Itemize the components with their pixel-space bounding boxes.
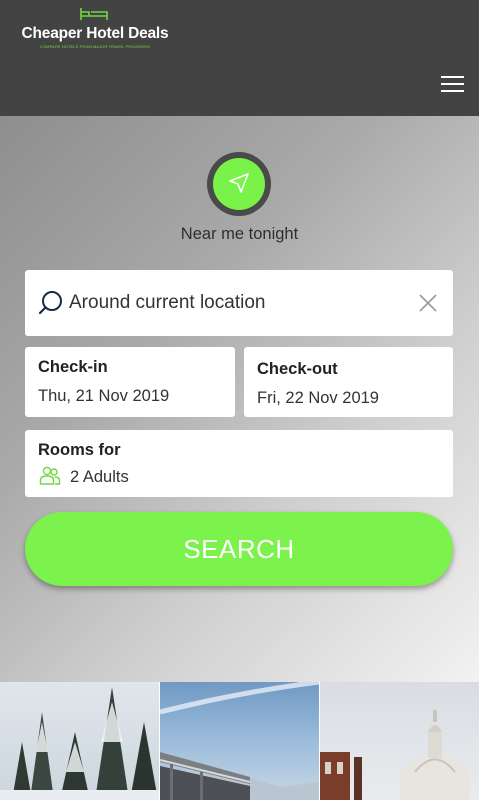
location-search-input[interactable] (69, 290, 399, 316)
check-out-value: Fri, 22 Nov 2019 (257, 389, 379, 407)
rooms-guests-picker[interactable]: Rooms for 2 Adults (25, 430, 453, 497)
hamburger-menu-icon[interactable] (441, 74, 465, 94)
check-in-date-picker[interactable]: Check-in Thu, 21 Nov 2019 (25, 347, 235, 417)
people-icon (39, 466, 61, 485)
snowy-forest-photo[interactable] (0, 682, 159, 800)
search-panel: Near me tonight Check-in Thu, 21 Nov 201… (0, 116, 479, 682)
cathedral-dome-photo[interactable] (320, 682, 479, 800)
bridge-photo[interactable] (160, 682, 319, 800)
search-icon (38, 291, 62, 315)
destination-photo-strip (0, 682, 479, 800)
check-in-label: Check-in (38, 358, 108, 376)
near-me-button[interactable] (207, 152, 271, 216)
brand-title: Cheaper Hotel Deals (21, 25, 169, 42)
close-icon[interactable] (418, 293, 438, 313)
check-out-label: Check-out (257, 360, 338, 378)
navigation-arrow-icon (229, 173, 249, 193)
brand-logo[interactable]: Cheaper Hotel Deals COMPARE HOTELS FROM … (16, 6, 174, 50)
location-search-box[interactable] (25, 270, 453, 336)
search-button[interactable]: SEARCH (25, 512, 453, 586)
check-out-date-picker[interactable]: Check-out Fri, 22 Nov 2019 (244, 347, 453, 417)
rooms-value: 2 Adults (70, 468, 129, 486)
rooms-label: Rooms for (38, 441, 121, 459)
bed-icon (80, 8, 108, 20)
app-header: Cheaper Hotel Deals COMPARE HOTELS FROM … (0, 0, 479, 116)
check-in-value: Thu, 21 Nov 2019 (38, 387, 170, 405)
brand-tagline: COMPARE HOTELS FROM MAJOR TRAVEL PROVIDE… (39, 44, 151, 49)
near-me-label: Near me tonight (180, 225, 299, 243)
